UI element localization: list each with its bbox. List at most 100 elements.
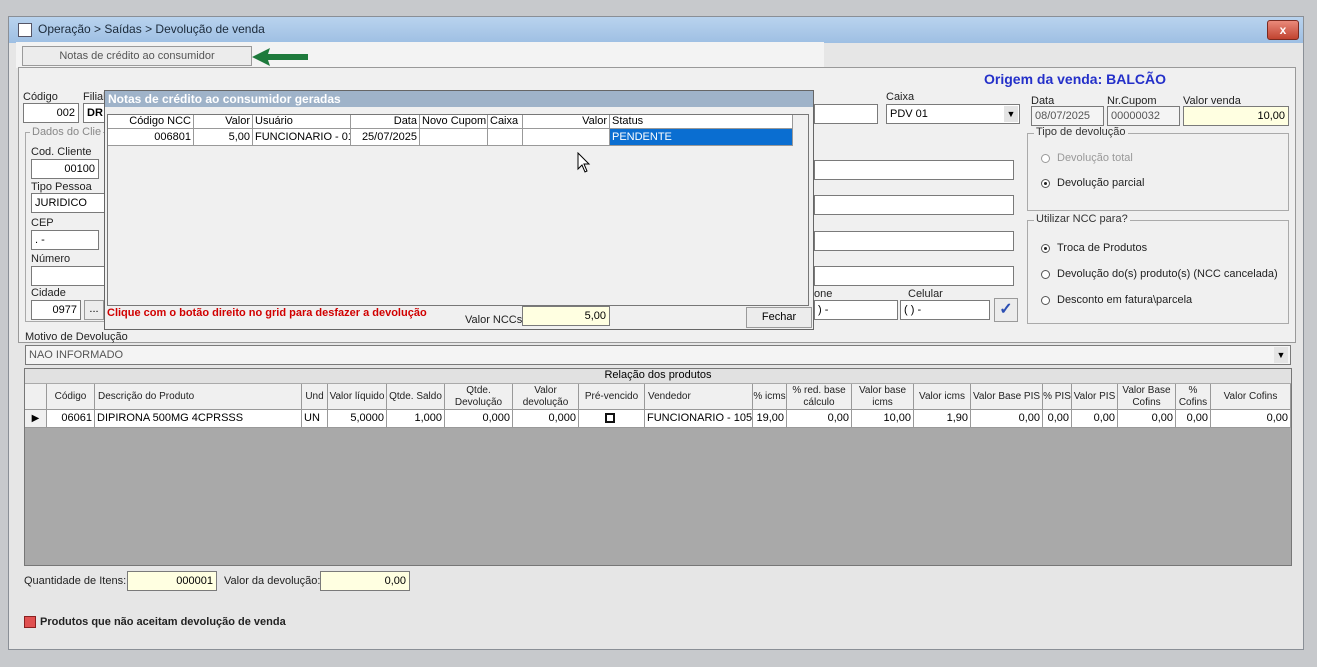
- troca-produtos-radio[interactable]: [1041, 244, 1050, 253]
- qtd-itens-label: Quantidade de Itens:: [24, 575, 127, 587]
- hidden-field-4[interactable]: [814, 231, 1014, 251]
- col-header[interactable]: Valor Base PIS: [971, 384, 1043, 410]
- cidade-field[interactable]: 0977: [31, 300, 81, 320]
- table-cell[interactable]: 0,00: [1043, 410, 1072, 428]
- ncc-status-cell[interactable]: PENDENTE: [610, 129, 793, 146]
- ncc-cell[interactable]: [523, 129, 610, 146]
- ncc-cell[interactable]: 25/07/2025: [351, 129, 420, 146]
- hidden-field-2[interactable]: [814, 160, 1014, 180]
- ncc-cell[interactable]: 5,00: [194, 129, 253, 146]
- table-cell[interactable]: 1,000: [387, 410, 445, 428]
- table-cell[interactable]: 0,00: [1176, 410, 1211, 428]
- hidden-field-3[interactable]: [814, 195, 1014, 215]
- col-header[interactable]: Qtde. Saldo: [387, 384, 445, 410]
- ncc-col-header[interactable]: Valor: [194, 115, 253, 129]
- popup-title: Notas de crédito ao consumidor geradas: [105, 91, 813, 107]
- pre-vencido-cell[interactable]: [579, 410, 645, 428]
- ncc-button[interactable]: Notas de crédito ao consumidor: [22, 46, 252, 66]
- table-cell[interactable]: UN: [302, 410, 328, 428]
- tipo-pessoa-field[interactable]: JURIDICO: [31, 193, 105, 213]
- col-header[interactable]: Und: [302, 384, 328, 410]
- col-header[interactable]: Descrição do Produto: [95, 384, 302, 410]
- table-cell[interactable]: 0,000: [513, 410, 579, 428]
- table-cell[interactable]: 19,00: [753, 410, 787, 428]
- numero-field[interactable]: [31, 266, 105, 286]
- ncc-col-header[interactable]: Data: [351, 115, 420, 129]
- devolucao-parcial-radio[interactable]: [1041, 179, 1050, 188]
- caixa-select[interactable]: PDV 01: [886, 104, 1020, 124]
- table-cell[interactable]: 0,00: [1211, 410, 1291, 428]
- col-header[interactable]: % icms: [753, 384, 787, 410]
- ncc-col-header[interactable]: Valor: [523, 115, 610, 129]
- products-title: Relação dos produtos: [25, 369, 1291, 384]
- col-header[interactable]: Valor base icms: [852, 384, 914, 410]
- hidden-field-5[interactable]: [814, 266, 1014, 286]
- qtd-itens-field[interactable]: 000001: [127, 571, 217, 591]
- celular-field[interactable]: ( ) -: [900, 300, 990, 320]
- hidden-field-1[interactable]: [814, 104, 878, 124]
- ncc-cell[interactable]: FUNCIONARIO - 01: [253, 129, 351, 146]
- table-cell[interactable]: 0,00: [971, 410, 1043, 428]
- col-header[interactable]: Qtde. Devolução: [445, 384, 513, 410]
- valor-venda-field[interactable]: 10,00: [1183, 106, 1289, 126]
- table-cell[interactable]: FUNCIONARIO - 105: [645, 410, 753, 428]
- devolucao-total-radio[interactable]: [1041, 154, 1050, 163]
- motivo-select[interactable]: NAO INFORMADO: [25, 345, 1291, 365]
- cep-field[interactable]: . -: [31, 230, 99, 250]
- col-header[interactable]: Valor icms: [914, 384, 971, 410]
- utilizar-ncc-title: Utilizar NCC para?: [1034, 213, 1130, 225]
- dados-cliente-title: Dados do Clie: [30, 126, 104, 138]
- col-header[interactable]: Valor Cofins: [1211, 384, 1291, 410]
- desconto-fatura-radio[interactable]: [1041, 296, 1050, 305]
- desconto-fatura-label: Desconto em fatura\parcela: [1057, 294, 1193, 306]
- ncc-col-header[interactable]: Caixa: [488, 115, 523, 129]
- fone-field[interactable]: ) -: [814, 300, 898, 320]
- ncc-col-header[interactable]: Código NCC: [108, 115, 194, 129]
- table-cell[interactable]: 06061: [47, 410, 95, 428]
- col-header[interactable]: Vendedor: [645, 384, 753, 410]
- col-header[interactable]: Valor líquido: [328, 384, 387, 410]
- col-header[interactable]: % PIS: [1043, 384, 1072, 410]
- codigo-field[interactable]: 002: [23, 103, 79, 123]
- motivo-chevron-down-icon[interactable]: ▼: [1274, 347, 1288, 363]
- col-header[interactable]: Valor Base Cofins: [1118, 384, 1176, 410]
- valor-devolucao-field[interactable]: 0,00: [320, 571, 410, 591]
- col-header[interactable]: % red. base cálculo: [787, 384, 852, 410]
- table-cell[interactable]: 0,00: [1072, 410, 1118, 428]
- col-header[interactable]: % Cofins: [1176, 384, 1211, 410]
- col-header[interactable]: Pré-vencido: [579, 384, 645, 410]
- col-header[interactable]: Valor PIS: [1072, 384, 1118, 410]
- col-header[interactable]: Valor devolução: [513, 384, 579, 410]
- ncc-col-header[interactable]: Novo Cupom: [420, 115, 488, 129]
- valor-nccs-field[interactable]: 5,00: [522, 306, 610, 326]
- table-cell[interactable]: 0,00: [1118, 410, 1176, 428]
- caixa-value: PDV 01: [890, 108, 928, 120]
- nr-cupom-field[interactable]: 00000032: [1107, 106, 1180, 126]
- table-cell[interactable]: DIPIRONA 500MG 4CPRSSS: [95, 410, 302, 428]
- caixa-chevron-down-icon[interactable]: ▼: [1004, 106, 1018, 122]
- col-header[interactable]: Código: [47, 384, 95, 410]
- table-cell[interactable]: 0,00: [787, 410, 852, 428]
- pre-vencido-checkbox[interactable]: [605, 413, 615, 423]
- ncc-cell[interactable]: [420, 129, 488, 146]
- cod-cliente-field[interactable]: 00100: [31, 159, 99, 179]
- close-button[interactable]: x: [1267, 20, 1299, 40]
- devolucao-parcial-label: Devolução parcial: [1057, 177, 1145, 189]
- ncc-col-header[interactable]: Status: [610, 115, 793, 129]
- cidade-search-button[interactable]: ...: [84, 300, 104, 320]
- checkmark-icon[interactable]: ✓: [994, 298, 1018, 322]
- table-cell[interactable]: 0,000: [445, 410, 513, 428]
- ncc-cell[interactable]: [488, 129, 523, 146]
- table-cell[interactable]: 5,0000: [328, 410, 387, 428]
- tipo-devolucao-group: [1027, 133, 1289, 211]
- troca-produtos-label: Troca de Produtos: [1057, 242, 1148, 254]
- devolucao-produtos-radio[interactable]: [1041, 270, 1050, 279]
- data-field[interactable]: 08/07/2025: [1031, 106, 1104, 126]
- fechar-button[interactable]: Fechar: [746, 307, 812, 328]
- valor-nccs-label: Valor NCCs: [465, 314, 523, 326]
- ncc-cell[interactable]: 006801: [108, 129, 194, 146]
- ncc-col-header[interactable]: Usuário: [253, 115, 351, 129]
- table-cell[interactable]: 1,90: [914, 410, 971, 428]
- table-cell[interactable]: 10,00: [852, 410, 914, 428]
- popup-hint: Clique com o botão direito no grid para …: [107, 307, 427, 319]
